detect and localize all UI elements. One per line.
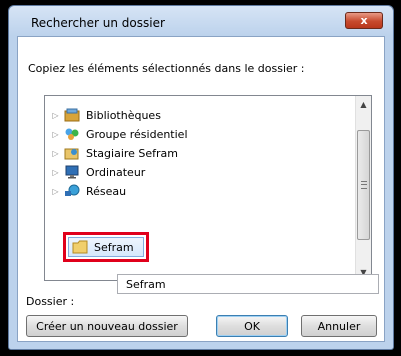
folder-label: Dossier : [26,295,75,308]
close-button[interactable]: x [345,12,383,29]
ok-button[interactable]: OK [216,315,288,337]
close-icon: x [360,14,368,27]
expand-arrow-icon[interactable]: ▷ [51,111,60,120]
tree-item-label: Ordinateur [86,165,146,179]
tree-scrollbar[interactable]: ▲ ▼ [355,96,371,280]
computer-icon [64,165,80,179]
highlight-box: Sefram [63,232,149,262]
expand-arrow-icon[interactable]: ▷ [51,168,60,177]
dialog-content: Copiez les éléments sélectionnés dans le… [17,36,385,342]
tree-item-label: Sefram [94,240,134,254]
folder-name-input[interactable] [117,274,379,294]
dialog-title: Rechercher un dossier [31,16,165,30]
tree-item-label: Réseau [86,184,127,198]
tree-item-homegroup[interactable]: ▷ Groupe résidentiel [45,125,188,143]
network-icon [64,184,80,198]
tree-item-label: Stagiaire Sefram [86,146,179,160]
tree-item-user-folder[interactable]: ▷ Stagiaire Sefram [45,144,178,162]
instruction-text: Copiez les éléments sélectionnés dans le… [28,62,305,75]
tree-item-label: Groupe résidentiel [86,127,188,141]
expand-arrow-icon[interactable]: ▷ [51,149,60,158]
tree-item-computer[interactable]: ▷ Ordinateur [45,163,145,181]
scroll-thumb[interactable] [357,130,370,240]
tree-item-label: Bibliothèques [86,108,161,122]
homegroup-icon [64,127,80,141]
libraries-icon [64,108,80,122]
new-folder-button[interactable]: Créer un nouveau dossier [26,315,188,337]
tree-item-libraries[interactable]: ▷ Bibliothèques [45,106,161,124]
tree-item-sefram[interactable]: Sefram [68,237,144,257]
folder-icon [72,240,88,254]
cancel-button[interactable]: Annuler [301,315,377,337]
title-bar[interactable]: Rechercher un dossier x [9,6,393,36]
folder-tree[interactable]: ▷ Bibliothèques ▷ Groupe résidentiel ▷ S… [44,95,372,281]
grip-icon [361,181,367,189]
browse-folder-dialog: Rechercher un dossier x Copiez les éléme… [8,5,394,350]
scroll-up-icon[interactable]: ▲ [356,96,371,112]
expand-arrow-icon[interactable]: ▷ [51,187,60,196]
user-folder-icon [64,146,80,160]
expand-arrow-icon[interactable]: ▷ [51,130,60,139]
tree-item-network[interactable]: ▷ Réseau [45,182,126,200]
